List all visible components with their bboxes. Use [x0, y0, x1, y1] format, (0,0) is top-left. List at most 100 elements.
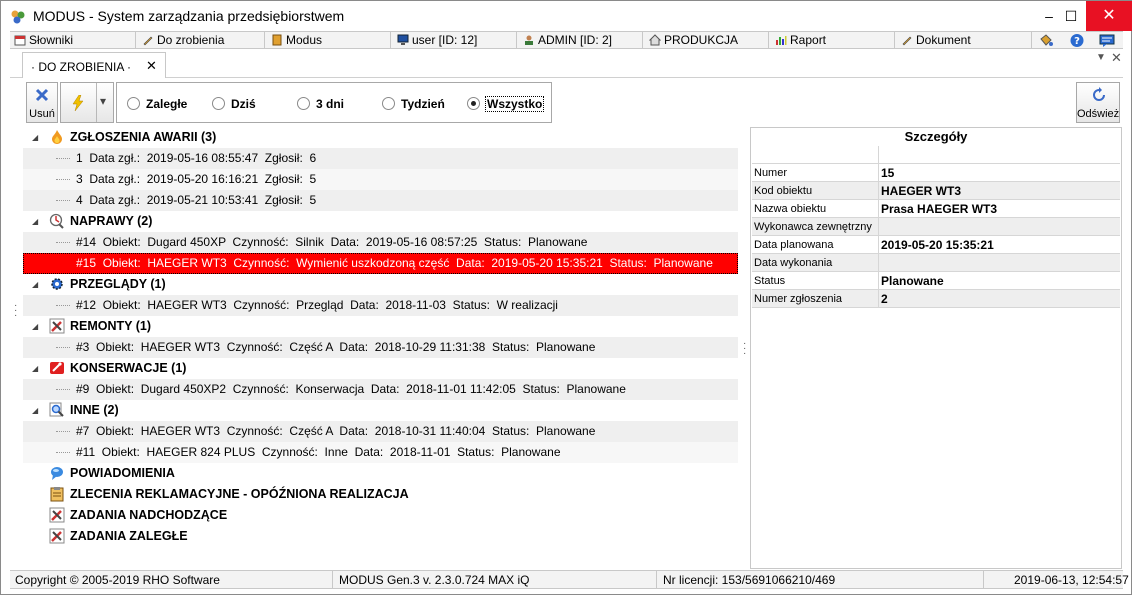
tab-list-dropdown-icon[interactable]: ▼: [1096, 52, 1106, 63]
module-user[interactable]: user [ID: 12]: [393, 32, 517, 49]
details-row[interactable]: Nazwa obiektu Prasa HAEGER WT3: [752, 200, 1120, 218]
tree-group-naprawy[interactable]: ◢ NAPRAWY (2): [23, 211, 738, 232]
details-value: Planowane: [881, 274, 944, 288]
collapse-triangle-icon[interactable]: ◢: [32, 400, 38, 421]
tree-connector: [56, 179, 70, 180]
details-row[interactable]: Kod obiektu HAEGER WT3: [752, 182, 1120, 200]
tab-label: · DO ZROBIENIA ·: [31, 60, 132, 74]
tree-item-text: #14 Obiekt: Dugard 450XP Czynność: Silni…: [76, 235, 588, 249]
tab-close-icon[interactable]: ✕: [146, 58, 157, 74]
chat-bubble-icon: [51, 467, 63, 480]
module-label: ADMIN [ID: 2]: [538, 33, 613, 47]
delete-button[interactable]: Usuń: [26, 82, 58, 123]
details-row[interactable]: Data planowana 2019-05-20 15:35:21: [752, 236, 1120, 254]
tree-item[interactable]: #12 Obiekt: HAEGER WT3 Czynność: Przeglą…: [23, 295, 738, 316]
tree-item[interactable]: #3 Obiekt: HAEGER WT3 Czynność: Część A …: [23, 337, 738, 358]
panel-splitter-handle[interactable]: · · ·: [743, 339, 746, 359]
radio-label: Dziś: [231, 97, 256, 111]
tree-item[interactable]: #11 Obiekt: HAEGER 824 PLUS Czynność: In…: [23, 442, 738, 463]
modus-logo-icon: [11, 10, 25, 24]
tree-group-zadania-nadchodzace[interactable]: ZADANIA NADCHODZĄCE: [23, 505, 738, 526]
radio-circle: [297, 97, 310, 110]
tree-connector: [56, 431, 70, 432]
group-label: ZADANIA ZALEGŁE: [70, 529, 188, 543]
details-row[interactable]: Status Planowane: [752, 272, 1120, 290]
radio-circle: [127, 97, 140, 110]
tab-do-zrobienia[interactable]: · DO ZROBIENIA · ✕: [22, 52, 166, 78]
help-icon[interactable]: ?: [1069, 33, 1085, 48]
tree-item[interactable]: #14 Obiekt: Dugard 450XP Czynność: Silni…: [23, 232, 738, 253]
tools-icon: [49, 528, 65, 544]
module-dokument[interactable]: Dokument: [897, 32, 1032, 49]
tree-item-text: 4 Data zgł.: 2019-05-21 10:53:41 Zgłosił…: [76, 193, 317, 207]
panel-close-icon[interactable]: ✕: [1111, 50, 1122, 66]
tree-item-text: #15 Obiekt: HAEGER WT3 Czynność: Wymieni…: [76, 256, 713, 270]
tree-group-zgloszenia-awarii[interactable]: ◢ ZGŁOSZENIA AWARII (3): [23, 127, 738, 148]
tree-connector: [56, 305, 70, 306]
tree-group-inne[interactable]: ◢ INNE (2): [23, 400, 738, 421]
refresh-label: Odśwież: [1077, 108, 1120, 120]
left-splitter-handle[interactable]: · · ·: [14, 301, 17, 321]
tree-item-text: #11 Obiekt: HAEGER 824 PLUS Czynność: In…: [76, 445, 561, 459]
module-label: Dokument: [916, 33, 971, 47]
module-admin[interactable]: ADMIN [ID: 2]: [519, 32, 643, 49]
action-dropdown-button[interactable]: ▾: [60, 82, 114, 123]
tree-group-zadania-zalegle[interactable]: ZADANIA ZALEGŁE: [23, 526, 738, 547]
task-tree: ◢ ZGŁOSZENIA AWARII (3) 1 Data zgł.: 201…: [23, 127, 738, 569]
collapse-triangle-icon[interactable]: ◢: [32, 211, 38, 232]
details-row[interactable]: Numer 15: [752, 164, 1120, 182]
chat-icon[interactable]: [1099, 33, 1115, 48]
calendar-icon: [14, 35, 26, 46]
module-bar: Słowniki Do zrobienia Modus user [ID: 12…: [10, 31, 1123, 49]
refresh-icon: [1093, 87, 1105, 101]
module-produkcja[interactable]: PRODUKCJA: [645, 32, 769, 49]
gear-icon: [51, 278, 63, 290]
book-icon: [272, 34, 282, 46]
module-do-zrobienia[interactable]: Do zrobienia: [138, 32, 265, 49]
tree-item[interactable]: 3 Data zgł.: 2019-05-20 16:16:21 Zgłosił…: [23, 169, 738, 190]
close-window-button[interactable]: ✕: [1086, 1, 1132, 31]
pencil-icon: [902, 36, 912, 46]
chevron-down-icon[interactable]: ▾: [100, 94, 106, 108]
radio-label: 3 dni: [316, 97, 345, 111]
tree-item-selected[interactable]: #15 Obiekt: HAEGER WT3 Czynność: Wymieni…: [23, 253, 738, 274]
details-row[interactable]: Numer zgłoszenia 2: [752, 290, 1120, 308]
tree-group-zlecenia-reklamacyjne[interactable]: ZLECENIA REKLAMACYJNE - OPÓŹNIONA REALIZ…: [23, 484, 738, 505]
delete-label: Usuń: [29, 108, 55, 120]
refresh-button[interactable]: Odśwież: [1076, 82, 1120, 123]
tree-group-powiadomienia[interactable]: POWIADOMIENIA: [23, 463, 738, 484]
window-title: MODUS - System zarządzania przedsiębiors…: [33, 8, 345, 24]
details-row[interactable]: Data wykonania: [752, 254, 1120, 272]
tree-item-text: #9 Obiekt: Dugard 450XP2 Czynność: Konse…: [76, 382, 626, 396]
tree-connector: [56, 200, 70, 201]
module-modus[interactable]: Modus: [267, 32, 391, 49]
tree-group-remonty[interactable]: ◢ REMONTY (1): [23, 316, 738, 337]
tree-group-konserwacje[interactable]: ◢ KONSERWACJE (1): [23, 358, 738, 379]
collapse-triangle-icon[interactable]: ◢: [32, 127, 38, 148]
tree-item[interactable]: #7 Obiekt: HAEGER WT3 Czynność: Część A …: [23, 421, 738, 442]
details-row[interactable]: [752, 146, 1120, 164]
module-slowniki[interactable]: Słowniki: [10, 32, 136, 49]
details-key: Status: [754, 275, 786, 287]
tree-group-przeglady[interactable]: ◢ PRZEGLĄDY (1): [23, 274, 738, 295]
repair-icon: [49, 213, 64, 229]
details-value: 15: [881, 166, 895, 180]
details-row[interactable]: Wykonawca zewnętrzny: [752, 218, 1120, 236]
tree-item[interactable]: #9 Obiekt: Dugard 450XP2 Czynność: Konse…: [23, 379, 738, 400]
tree-connector: [56, 389, 70, 390]
tree-item[interactable]: 4 Data zgł.: 2019-05-21 10:53:41 Zgłosił…: [23, 190, 738, 211]
module-raport[interactable]: Raport: [771, 32, 895, 49]
clipboard-icon: [50, 487, 64, 502]
delete-x-icon: [35, 88, 49, 102]
collapse-triangle-icon[interactable]: ◢: [32, 358, 38, 379]
details-key: Data wykonania: [754, 257, 833, 269]
details-value: 2: [881, 292, 888, 306]
tree-item-text: 3 Data zgł.: 2019-05-20 16:16:21 Zgłosił…: [76, 172, 317, 186]
tree-item[interactable]: 1 Data zgł.: 2019-05-16 08:55:47 Zgłosił…: [23, 148, 738, 169]
status-copyright: Copyright © 2005-2019 RHO Software: [15, 573, 220, 587]
collapse-triangle-icon[interactable]: ◢: [32, 316, 38, 337]
home-icon: [649, 34, 661, 46]
details-panel: Szczegóły Numer 15 Kod obiektu HAEGER WT3 …: [750, 127, 1122, 569]
paint-bucket-icon[interactable]: [1038, 33, 1054, 48]
collapse-triangle-icon[interactable]: ◢: [32, 274, 38, 295]
